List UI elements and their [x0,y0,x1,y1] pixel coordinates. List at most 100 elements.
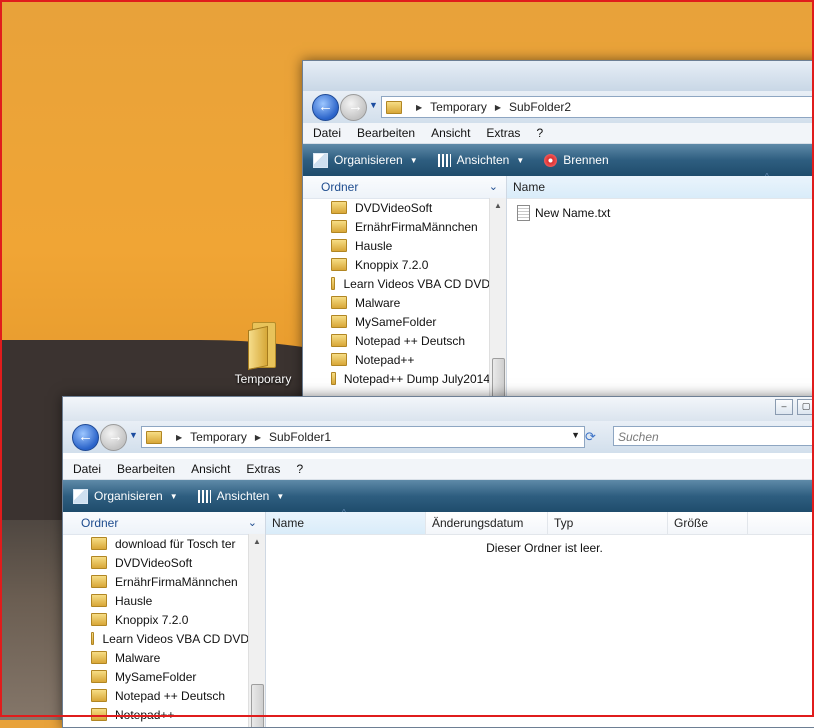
tree-item[interactable]: Hausle [303,236,490,255]
tree-item[interactable]: Malware [63,648,249,667]
column-header-modified[interactable]: Änderungsdatum [426,512,548,534]
chevron-right-icon[interactable]: ▶ [416,103,422,112]
organize-label: Organisieren [94,489,163,503]
column-header-size[interactable]: Größe [668,512,748,534]
chevron-down-icon[interactable]: ⌄ [489,176,498,198]
nav-scrollbar[interactable]: ▲ [248,534,265,727]
chevron-right-icon[interactable]: ▶ [176,433,182,442]
menu-item-bearbeiten[interactable]: Bearbeiten [357,126,415,140]
tree-item[interactable]: Learn Videos VBA CD DVD [303,274,490,293]
folder-icon [91,594,107,607]
tree-item[interactable]: Notepad++ [303,350,490,369]
tree-item[interactable]: Knoppix 7.2.0 [303,255,490,274]
title-bar[interactable]: – ▢ [63,397,814,421]
title-bar[interactable] [303,61,814,91]
nav-pane-header[interactable]: Ordner ⌄ [63,512,265,535]
tree-item[interactable]: download für Tosch ter [63,534,249,553]
folder-icon [91,613,107,626]
folder-icon [331,201,347,214]
menu-bar: Datei Bearbeiten Ansicht Extras ? [63,459,814,480]
views-button[interactable]: Ansichten ▼ [197,489,284,503]
tree-item[interactable]: MySameFolder [303,312,490,331]
folder-icon [91,575,107,588]
tree-item[interactable]: MySameFolder [63,667,249,686]
burn-button[interactable]: Brennen [544,153,609,167]
chevron-down-icon[interactable]: ⌄ [248,512,257,534]
tree-item[interactable]: Notepad++ [63,705,249,724]
tree-item[interactable]: Hausle [63,591,249,610]
views-button[interactable]: Ansichten ▼ [437,153,524,167]
burn-label: Brennen [563,153,609,167]
chevron-down-icon: ▼ [169,491,178,501]
tree-item[interactable]: Notepad ++ Deutsch [63,686,249,705]
tree-item[interactable]: Learn Videos VBA CD DVD [63,629,249,648]
scroll-thumb[interactable] [251,684,264,727]
organize-button[interactable]: Organisieren ▼ [73,488,178,504]
menu-item-extras[interactable]: Extras [486,126,520,140]
file-name: New Name.txt [535,206,611,220]
tree-item[interactable]: DVDVideoSoft [63,553,249,572]
organize-button[interactable]: Organisieren ▼ [313,152,418,168]
breadcrumb-item[interactable]: Temporary [190,430,247,444]
back-button[interactable]: ← [72,424,99,451]
history-dropdown-icon[interactable]: ▼ [129,430,138,440]
arrow-right-icon: → [348,98,363,115]
menu-item-ansicht[interactable]: Ansicht [191,462,230,476]
tree-item[interactable]: DVDVideoSoft [303,198,490,217]
organize-icon [313,152,328,168]
tree-item[interactable]: Notepad ++ Deutsch [303,331,490,350]
tree-item[interactable]: Malware [303,293,490,312]
breadcrumb-item[interactable]: SubFolder1 [269,430,331,444]
menu-item-datei[interactable]: Datei [73,462,101,476]
maximize-button[interactable]: ▢ [797,399,814,415]
minimize-button[interactable]: – [775,399,793,415]
column-header-name[interactable]: Name [266,512,426,534]
nav-pane-title: Ordner [81,516,119,530]
arrow-right-icon: → [108,428,123,445]
search-input[interactable]: Suchen [613,426,814,446]
chevron-right-icon[interactable]: ▶ [495,103,501,112]
folder-icon [91,689,107,702]
menu-item-ansicht[interactable]: Ansicht [431,126,470,140]
sort-up-icon: ^ [342,508,346,517]
forward-button[interactable]: → [340,94,367,121]
command-bar: Organisieren ▼ Ansichten ▼ Brennen [303,144,814,176]
folder-icon [331,220,347,233]
nav-pane-header[interactable]: Ordner ⌄ [303,176,506,199]
folder-icon [331,239,347,252]
breadcrumb-item[interactable]: Temporary [430,100,487,114]
scroll-up-icon[interactable]: ▲ [253,537,261,546]
breadcrumb[interactable]: ▶ Temporary ▶ SubFolder1 ▼ [141,426,585,448]
folder-icon [91,632,95,645]
menu-item-help[interactable]: ? [296,462,303,476]
desktop-icon-label: Temporary [234,372,292,386]
tree-item[interactable]: ErnährFirmaMännchen [303,217,490,236]
burn-disc-icon [544,153,558,167]
scroll-up-icon[interactable]: ▲ [494,201,502,210]
chevron-right-icon[interactable]: ▶ [255,433,261,442]
explorer-window-subfolder1[interactable]: – ▢ ← → ▼ ▶ Temporary ▶ SubFolder1 ▼ ⟳ S… [62,396,814,728]
chevron-down-icon[interactable]: ▼ [571,430,580,440]
file-item[interactable]: New Name.txt [507,203,814,223]
menu-item-bearbeiten[interactable]: Bearbeiten [117,462,175,476]
navigation-pane: Ordner ⌄ download für Tosch ter DVDVideo… [63,512,266,727]
tree-item[interactable]: Knoppix 7.2.0 [63,610,249,629]
window-controls: – ▢ [771,399,814,415]
column-header-type[interactable]: Typ [548,512,668,534]
history-dropdown-icon[interactable]: ▼ [369,100,378,110]
views-label: Ansichten [216,489,270,503]
menu-item-extras[interactable]: Extras [246,462,280,476]
forward-button[interactable]: → [100,424,127,451]
breadcrumb[interactable]: ▶ Temporary ▶ SubFolder2 [381,96,814,118]
refresh-icon[interactable]: ⟳ [585,429,596,445]
menu-item-datei[interactable]: Datei [313,126,341,140]
breadcrumb-item[interactable]: SubFolder2 [509,100,571,114]
organize-icon [73,488,88,504]
desktop-folder-temporary[interactable]: Temporary [228,322,298,386]
back-button[interactable]: ← [312,94,339,121]
menu-item-help[interactable]: ? [536,126,543,140]
tree-item[interactable]: ErnährFirmaMännchen [63,572,249,591]
chevron-down-icon: ▼ [409,155,418,165]
folder-icon [146,430,162,444]
tree-item[interactable]: Notepad++ Dump July2014 [303,369,490,388]
